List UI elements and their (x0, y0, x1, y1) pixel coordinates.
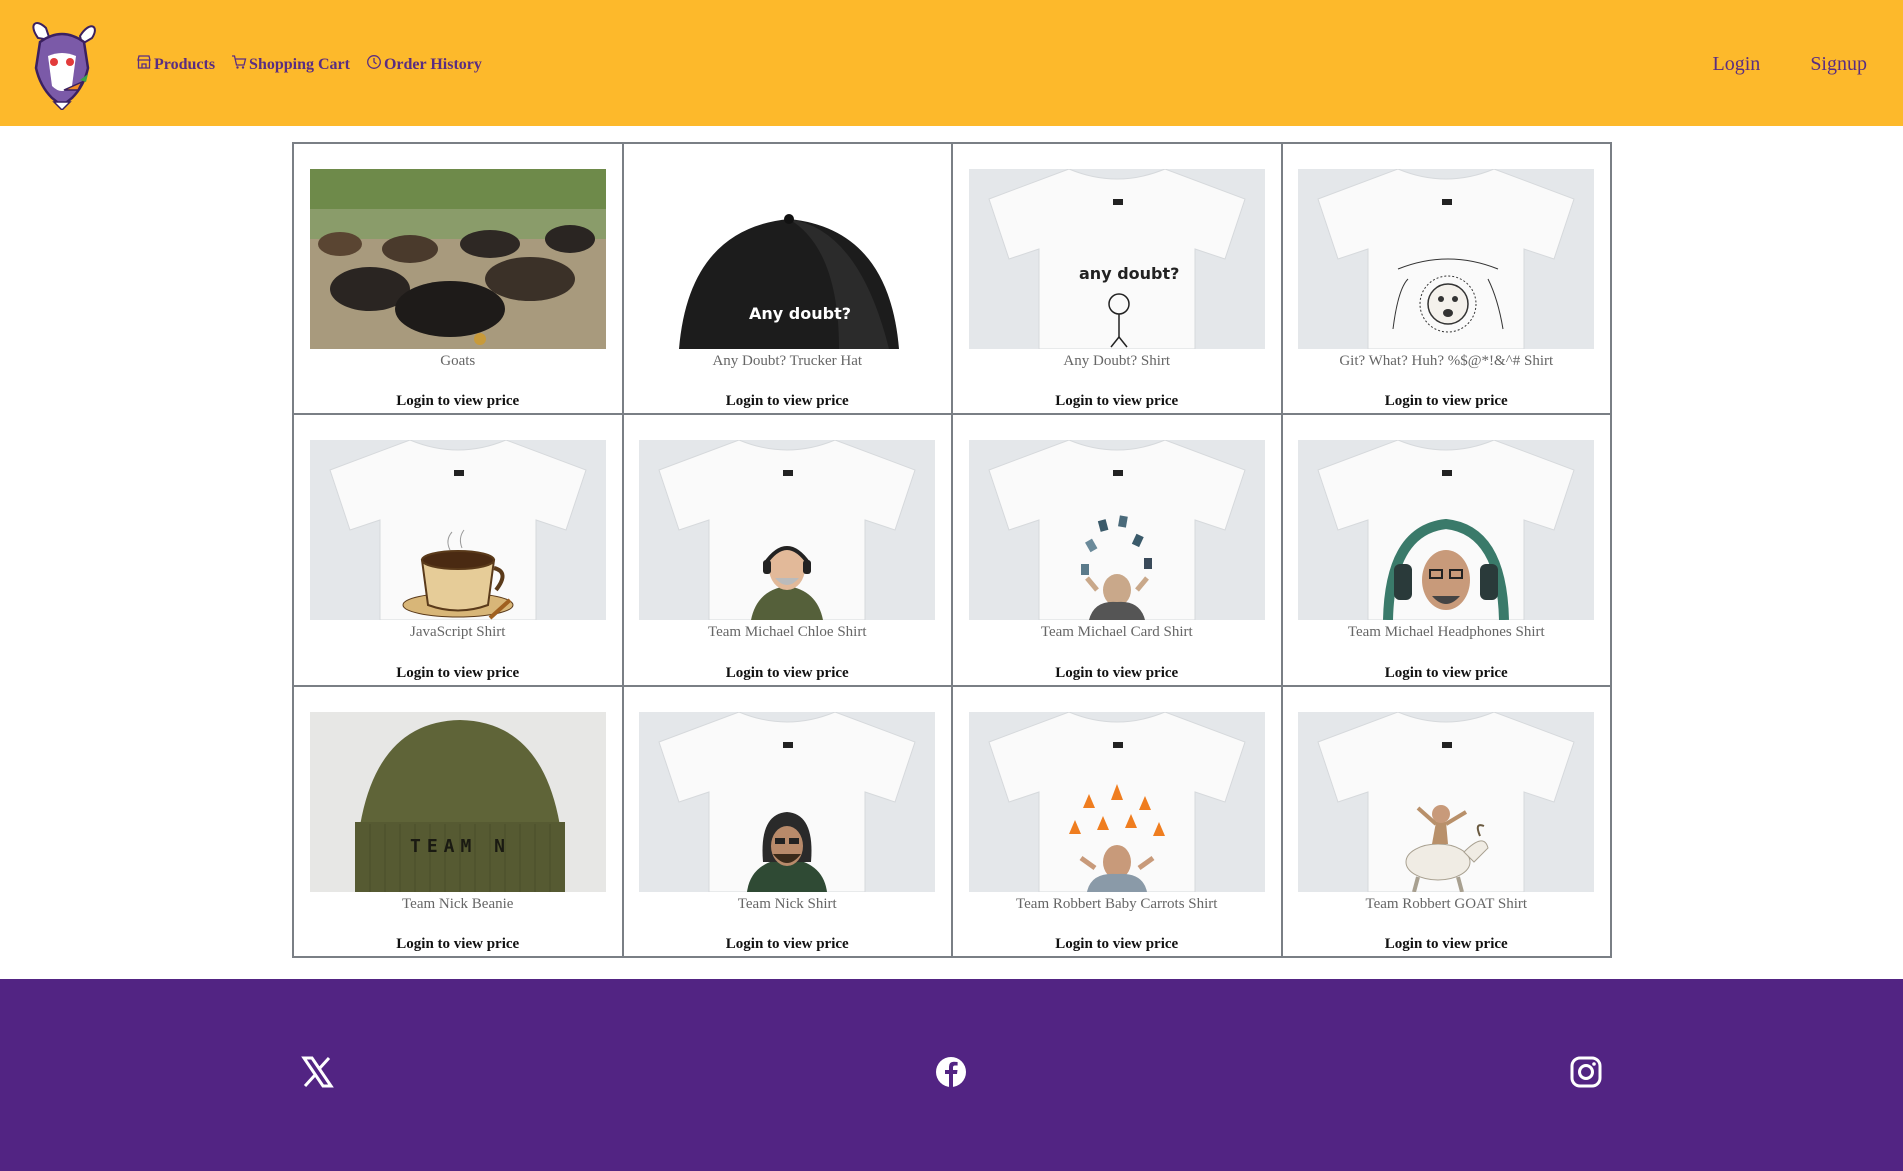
price-login-prompt: Login to view price (396, 936, 520, 952)
product-name[interactable]: Team Nick Shirt (738, 896, 837, 913)
product-card[interactable]: Team Robbert GOAT Shirt Login to view pr… (1281, 685, 1611, 957)
product-grid: Goats Login to view price Any doubt? Any… (292, 142, 1612, 958)
nav-order-history-label: Order History (383, 55, 482, 73)
product-card[interactable]: any doubt? Any Doubt? Shirt Login to vie… (952, 143, 1282, 415)
product-name[interactable]: Team Michael Chloe Shirt (708, 624, 867, 641)
product-card[interactable]: TEAM N Team Nick Beanie Login to view pr… (293, 685, 623, 957)
clock-icon (366, 54, 382, 75)
price-login-prompt: Login to view price (1055, 664, 1179, 681)
main-nav: Products Shopping Cart Order History (136, 54, 482, 75)
nav-shopping-cart-label: Shopping Cart (249, 55, 350, 73)
price-login-prompt: Login to view price (396, 393, 520, 410)
price-login-prompt: Login to view price (1055, 393, 1179, 410)
product-image[interactable] (1298, 169, 1595, 349)
cart-icon (231, 54, 247, 75)
product-card[interactable]: Goats Login to view price (293, 143, 623, 415)
price-login-prompt: Login to view price (725, 664, 849, 681)
facebook-icon[interactable] (934, 1055, 968, 1089)
product-card[interactable]: Any doubt? Any Doubt? Trucker Hat Login … (622, 143, 952, 415)
goat-logo[interactable] (18, 16, 106, 112)
product-image[interactable] (1298, 440, 1595, 621)
nav-order-history[interactable]: Order History (366, 54, 482, 75)
product-name[interactable]: JavaScript Shirt (410, 624, 505, 641)
shirt-print-text: any doubt? (1079, 264, 1179, 283)
beanie-print-text: TEAM N (410, 836, 511, 857)
product-image[interactable] (309, 169, 606, 349)
product-name[interactable]: Team Nick Beanie (402, 896, 513, 913)
product-name[interactable]: Goats (440, 353, 475, 370)
nav-products[interactable]: Products (136, 54, 215, 75)
product-name[interactable]: Team Robbert Baby Carrots Shirt (1016, 896, 1217, 913)
product-name[interactable]: Any Doubt? Trucker Hat (712, 353, 862, 370)
product-image[interactable] (639, 440, 936, 621)
instagram-icon[interactable] (1569, 1055, 1603, 1089)
product-image[interactable] (1298, 711, 1595, 892)
product-card[interactable]: Git? What? Huh? %$@*!&^# Shirt Login to … (1281, 143, 1611, 415)
product-card[interactable]: JavaScript Shirt Login to view price (293, 414, 623, 686)
price-login-prompt: Login to view price (725, 393, 849, 410)
product-name[interactable]: Team Michael Headphones Shirt (1348, 624, 1545, 641)
price-login-prompt: Login to view price (1384, 393, 1508, 410)
nav-shopping-cart[interactable]: Shopping Cart (231, 54, 350, 75)
price-login-prompt: Login to view price (396, 664, 520, 681)
store-icon (136, 54, 152, 75)
price-login-prompt: Login to view price (1384, 664, 1508, 681)
product-name[interactable]: Team Robbert GOAT Shirt (1365, 896, 1527, 913)
price-login-prompt: Login to view price (1384, 936, 1508, 952)
product-card[interactable]: Team Michael Headphones Shirt Login to v… (1281, 414, 1611, 686)
product-card[interactable]: Team Nick Shirt Login to view price (622, 685, 952, 957)
site-header: Products Shopping Cart Order History Log… (0, 0, 1903, 126)
signup-link[interactable]: Signup (1810, 53, 1867, 76)
product-image[interactable]: Any doubt? (639, 169, 936, 349)
product-image[interactable]: TEAM N (309, 711, 606, 892)
product-name[interactable]: Any Doubt? Shirt (1063, 353, 1170, 370)
site-footer (0, 979, 1903, 1171)
product-name[interactable]: Team Michael Card Shirt (1041, 624, 1193, 641)
product-card[interactable]: Team Robbert Baby Carrots Shirt Login to… (952, 685, 1282, 957)
login-link[interactable]: Login (1713, 53, 1761, 76)
product-image[interactable]: any doubt? (968, 169, 1265, 349)
product-image[interactable] (968, 440, 1265, 621)
product-image[interactable] (968, 711, 1265, 892)
auth-links: Login Signup (1713, 53, 1867, 76)
x-icon[interactable] (300, 1055, 334, 1089)
nav-products-label: Products (154, 55, 216, 73)
product-image[interactable] (639, 711, 936, 892)
hat-print-text: Any doubt? (749, 304, 851, 323)
price-login-prompt: Login to view price (725, 936, 849, 952)
product-card[interactable]: Team Michael Card Shirt Login to view pr… (952, 414, 1282, 686)
product-image[interactable] (309, 440, 606, 621)
product-name[interactable]: Git? What? Huh? %$@*!&^# Shirt (1339, 353, 1553, 370)
price-login-prompt: Login to view price (1055, 936, 1179, 952)
product-card[interactable]: Team Michael Chloe Shirt Login to view p… (622, 414, 952, 686)
